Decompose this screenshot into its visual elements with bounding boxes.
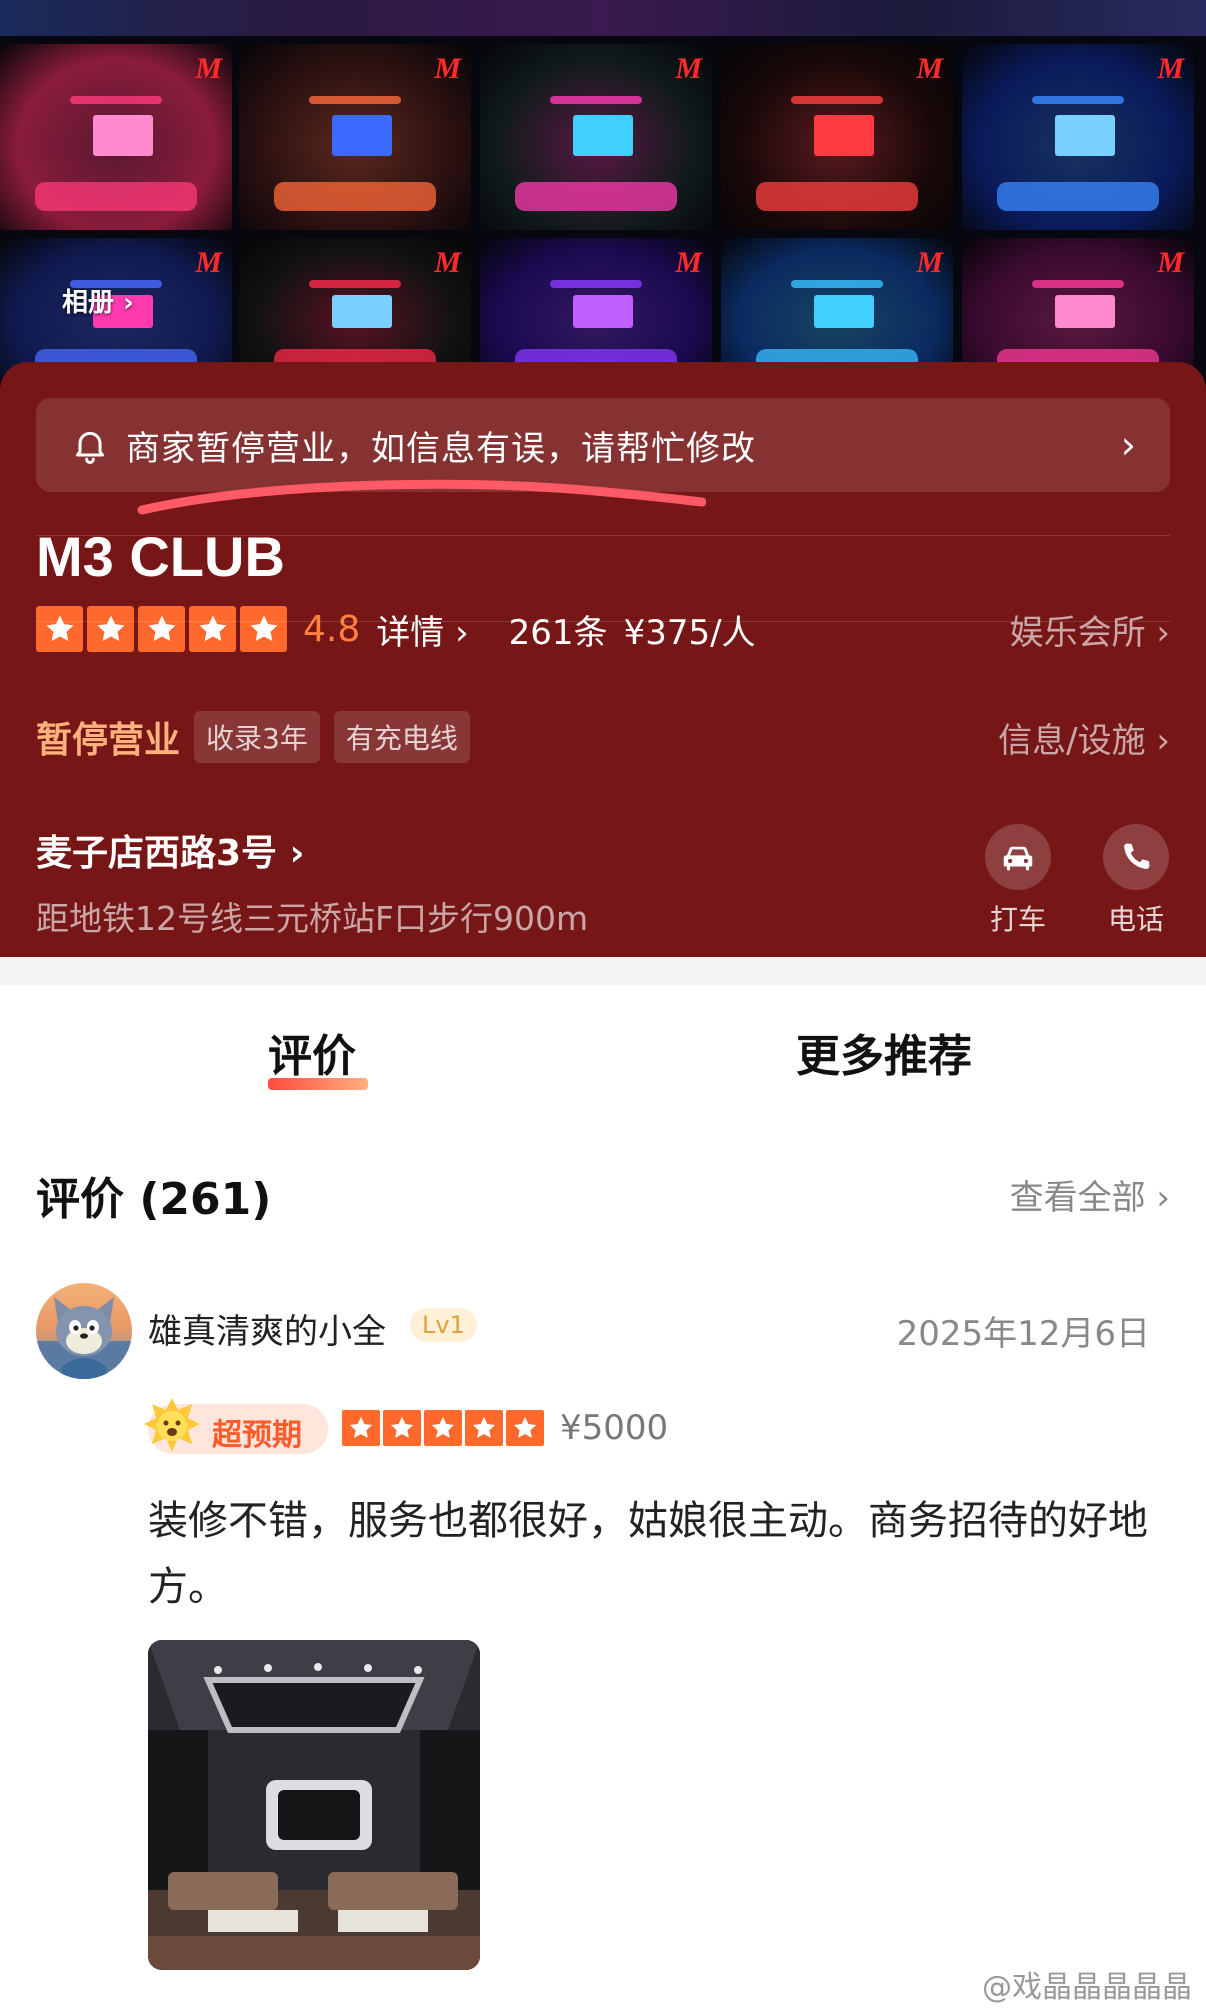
metro-distance: 距地铁12号线三元桥站F口步行900m	[36, 899, 589, 938]
star-icon	[424, 1410, 462, 1446]
section-separator	[0, 957, 1206, 985]
cat-avatar-icon	[36, 1297, 132, 1379]
star-icon	[240, 606, 287, 652]
m-logo-icon: M	[1157, 246, 1184, 279]
m-logo-icon: M	[675, 52, 702, 85]
weibo-watermark: @戏晶晶晶晶晶	[982, 1970, 1192, 2005]
notice-text: 商家暂停营业，如信息有误，请帮忙修改	[126, 428, 756, 469]
divider	[36, 621, 1170, 622]
shop-header-card: 商家暂停营业，如信息有误，请帮忙修改 › M3 CLUB 4.8 详情 › 26…	[0, 362, 1206, 957]
business-status: 暂停营业	[36, 720, 181, 761]
chevron-right-icon: ›	[1120, 423, 1136, 467]
album-link[interactable]: 相册 ›	[62, 282, 134, 319]
gallery-photo[interactable]: M	[721, 44, 953, 230]
review-photo[interactable]	[148, 1640, 480, 1970]
album-label: 相册	[62, 288, 115, 318]
m-logo-icon: M	[916, 246, 943, 279]
star-rating	[36, 606, 287, 652]
review-date: 2025年12月6日	[896, 1314, 1150, 1354]
user-level-badge: Lv1	[410, 1308, 477, 1342]
star-icon	[138, 606, 185, 652]
exceeds-expectation-badge: 超预期	[144, 1398, 328, 1454]
chevron-right-icon: ›	[123, 288, 134, 318]
reviews-section-title: 评价 (261)	[36, 1174, 272, 1225]
category-link[interactable]: 娱乐会所 ›	[1010, 605, 1170, 654]
gallery-photo[interactable]: M	[239, 44, 471, 230]
ktv-room-photo-icon	[148, 1640, 480, 1970]
rating-row: 4.8 详情 › 261条 ¥375/人 娱乐会所 ›	[36, 604, 1170, 654]
star-icon	[465, 1410, 503, 1446]
m-logo-icon: M	[195, 246, 222, 279]
see-all-reviews-link[interactable]: 查看全部 ›	[1010, 1170, 1170, 1219]
tag-charging-cable: 有充电线	[333, 711, 470, 763]
star-icon	[342, 1410, 380, 1446]
star-struck-emoji-icon	[144, 1398, 200, 1452]
m-logo-icon: M	[675, 246, 702, 279]
star-icon	[36, 606, 83, 652]
info-facilities-link[interactable]: 信息/设施 ›	[998, 713, 1170, 762]
phone-label: 电话	[1107, 903, 1164, 936]
rating-detail-link[interactable]: 详情 ›	[376, 605, 468, 654]
gallery-photo[interactable]: M	[480, 44, 712, 230]
taxi-label: 打车	[989, 903, 1046, 936]
m-logo-icon: M	[1157, 52, 1184, 85]
gallery-photo[interactable]: M	[962, 44, 1194, 230]
review-text[interactable]: 装修不错，服务也都很好，姑娘很主动。商务招待的好地方。	[148, 1488, 1148, 1620]
review-star-rating	[342, 1410, 544, 1446]
m-logo-icon: M	[434, 52, 461, 85]
badge-text: 超预期	[212, 1418, 302, 1453]
photo-gallery[interactable]: M M M M M M M M M M	[0, 0, 1206, 390]
tab-bar: 评价 更多推荐	[0, 1020, 1206, 1100]
m-logo-icon: M	[916, 52, 943, 85]
bell-icon	[76, 431, 104, 464]
tab-more-recommendations[interactable]: 更多推荐	[796, 1020, 972, 1084]
price-per-person: ¥375/人	[623, 612, 756, 653]
phone-icon	[1124, 843, 1150, 869]
review-price: ¥5000	[560, 1408, 669, 1448]
star-icon	[506, 1410, 544, 1446]
avatar[interactable]	[36, 1283, 132, 1379]
shop-name: M3 CLUB	[36, 525, 285, 588]
gallery-photo[interactable]: M	[0, 44, 232, 230]
status-row: 暂停营业 收录3年 有充电线 信息/设施 ›	[36, 710, 1170, 764]
taxi-button[interactable]: 打车	[982, 824, 1054, 938]
star-icon	[87, 606, 134, 652]
reviewer-name[interactable]: 雄真清爽的小全	[148, 1304, 386, 1353]
star-icon	[383, 1410, 421, 1446]
gallery-top-strip	[0, 0, 1206, 36]
divider	[36, 535, 1170, 536]
tab-reviews[interactable]: 评价	[268, 1020, 356, 1084]
address-link[interactable]: 麦子店西路3号 ›	[36, 824, 304, 876]
tag-listed-years: 收录3年	[194, 711, 320, 763]
star-icon	[189, 606, 236, 652]
m-logo-icon: M	[434, 246, 461, 279]
phone-button[interactable]: 电话	[1100, 824, 1172, 938]
hand-drawn-underline	[137, 479, 706, 515]
m-logo-icon: M	[195, 52, 222, 85]
rating-score: 4.8	[303, 608, 361, 650]
car-icon	[1003, 846, 1033, 871]
review-count: 261条	[508, 612, 608, 653]
